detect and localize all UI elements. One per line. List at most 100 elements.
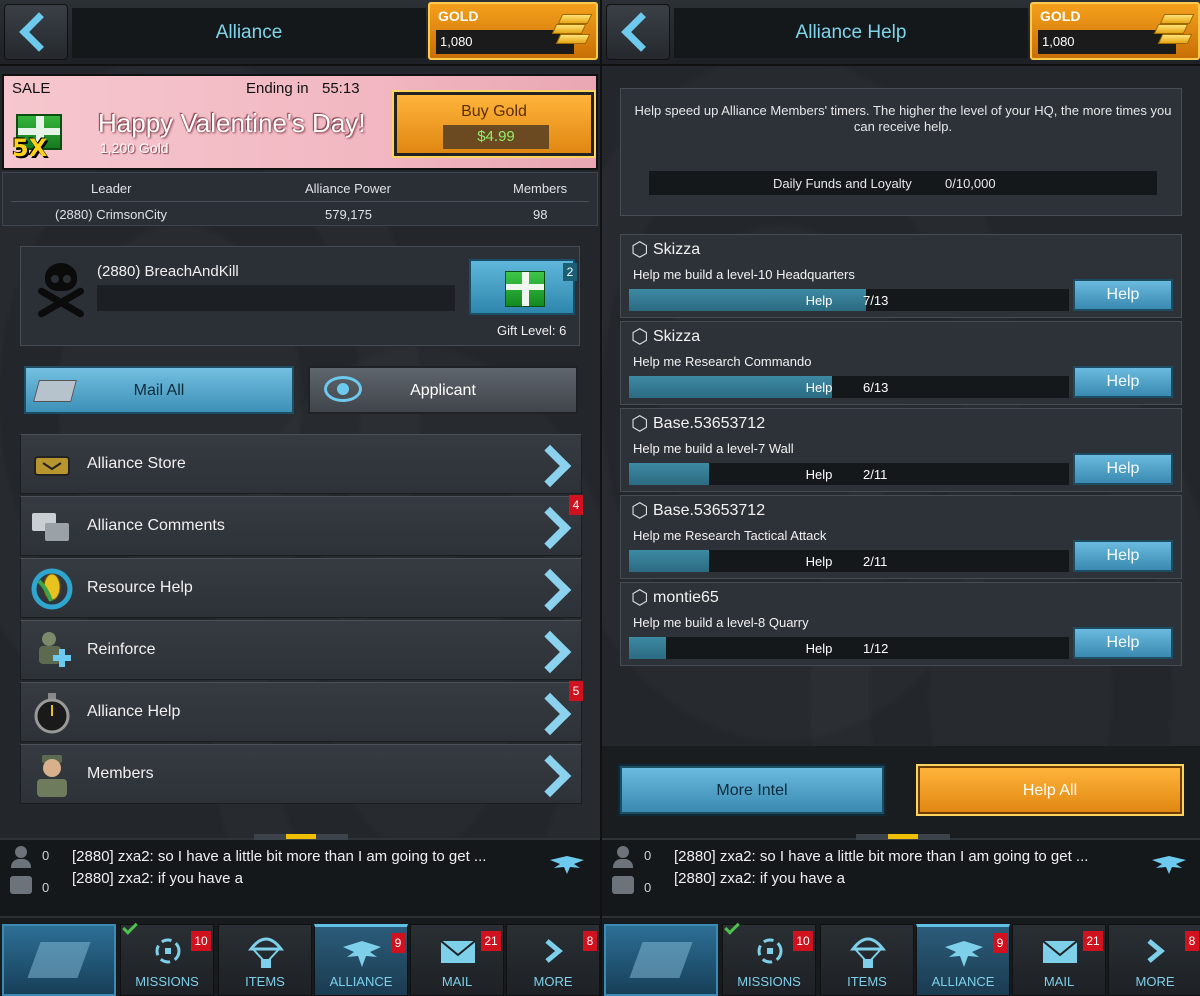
progress-label: Help <box>805 293 833 308</box>
help-request: Base.53653712 Help me Research Tactical … <box>620 495 1182 579</box>
home-base-button[interactable] <box>2 924 116 996</box>
chevron-right-icon <box>535 933 573 969</box>
nav-tab-more[interactable]: 8 MORE <box>506 924 600 996</box>
help-button[interactable]: Help <box>1073 540 1173 572</box>
applicant-button[interactable]: Applicant <box>308 366 578 414</box>
requester-name: montie65 <box>653 589 719 606</box>
sale-subtitle: 1,200 Gold <box>100 140 169 156</box>
help-all-button[interactable]: Help All <box>916 764 1184 816</box>
message-count: 0 <box>42 880 50 895</box>
nav-label: ALLIANCE <box>329 974 393 989</box>
page-title: Alliance <box>72 8 426 58</box>
nav-label: ITEMS <box>847 974 887 989</box>
menu-item-resource-help[interactable]: Resource Help <box>20 558 582 618</box>
chevron-right-icon <box>535 757 565 793</box>
mail-all-button[interactable]: Mail All <box>24 366 294 414</box>
help-button[interactable]: Help <box>1073 627 1173 659</box>
gold-counter[interactable]: GOLD 1,080 <box>428 2 598 60</box>
nav-label: MORE <box>533 974 573 989</box>
nav-tab-missions[interactable]: 10 MISSIONS <box>120 919 214 996</box>
members-value: 98 <box>533 207 548 222</box>
progress-label: Help <box>805 467 833 482</box>
menu-item-reinforce[interactable]: Reinforce <box>20 620 582 680</box>
notification-badge: 8 <box>1185 931 1199 951</box>
rank-hexagon-icon <box>631 237 649 261</box>
sale-multiplier: 5X <box>12 134 48 162</box>
members-label: Members <box>513 181 568 196</box>
buy-gold-button[interactable]: Buy Gold $4.99 <box>392 90 596 158</box>
user-count: 0 <box>644 848 652 863</box>
alliance-help-panel: Alliance Help GOLD 1,080 Help speed up A… <box>600 0 1200 996</box>
bottom-nav: 10 MISSIONS ITEMS 9 ALLIANCE 21 MAIL 8 M… <box>0 916 600 996</box>
soldier-icon <box>29 753 75 797</box>
chat-bar[interactable]: 0 0 [2880] zxa2: so I have a little bit … <box>602 834 1200 916</box>
menu-label: Alliance Help <box>87 703 181 720</box>
menu-item-alliance-help[interactable]: Alliance Help 5 <box>20 681 583 742</box>
menu-item-alliance-store[interactable]: Alliance Store <box>20 434 582 494</box>
menu-label: Reinforce <box>87 641 156 658</box>
help-progress-bar: Help 7/13 <box>629 289 1069 311</box>
chat-bubble-icon <box>612 876 634 894</box>
chat-bar[interactable]: 0 0 [2880] zxa2: so I have a little bit … <box>0 834 600 916</box>
nav-tab-items[interactable]: ITEMS <box>820 924 914 996</box>
chat-handle[interactable] <box>856 834 950 840</box>
nav-tab-alliance[interactable]: 9 ALLIANCE <box>916 924 1010 996</box>
chat-handle[interactable] <box>254 834 348 840</box>
help-button[interactable]: Help <box>1073 279 1173 311</box>
request-task: Help me build a level-7 Wall <box>633 441 794 456</box>
alliance-emblem-icon[interactable] <box>550 852 584 874</box>
nav-tab-missions[interactable]: 10 MISSIONS <box>722 919 816 996</box>
message-count: 0 <box>644 880 652 895</box>
nav-label: ALLIANCE <box>931 974 995 989</box>
alliance-emblem-icon[interactable] <box>1152 852 1186 874</box>
help-button[interactable]: Help <box>1073 366 1173 398</box>
nav-tab-alliance[interactable]: 9 ALLIANCE <box>314 924 408 996</box>
help-button[interactable]: Help <box>1073 453 1173 485</box>
home-base-button[interactable] <box>604 924 718 996</box>
gift-box-icon: 5X <box>10 106 68 162</box>
more-intel-button[interactable]: More Intel <box>618 764 886 816</box>
nav-label: MORE <box>1135 974 1175 989</box>
sale-timer: 55:13 <box>322 80 360 97</box>
member-card: (2880) BreachAndKill 2 Gift Level: 6 <box>20 246 580 346</box>
progress-label: Help <box>805 641 833 656</box>
notification-badge: 10 <box>793 931 813 951</box>
requester-name: Base.53653712 <box>653 502 766 519</box>
request-task: Help me build a level-10 Headquarters <box>633 267 855 282</box>
nav-tab-more[interactable]: 8 MORE <box>1108 924 1200 996</box>
nav-label: MAIL <box>1043 974 1075 989</box>
nav-tab-items[interactable]: ITEMS <box>218 924 312 996</box>
back-chevron-icon <box>621 12 661 52</box>
resource-help-icon <box>29 567 75 611</box>
menu-item-members[interactable]: Members <box>20 744 582 804</box>
menu-label: Resource Help <box>87 579 193 596</box>
chevron-right-icon <box>535 695 565 731</box>
gold-counter[interactable]: GOLD 1,080 <box>1030 2 1200 60</box>
buy-gold-price: $4.99 <box>443 125 549 149</box>
chat-message: [2880] zxa2: if you have a <box>674 870 845 887</box>
help-progress-bar: Help 1/12 <box>629 637 1069 659</box>
reinforce-icon <box>29 629 75 673</box>
help-all-label: Help All <box>1022 782 1078 799</box>
alliance-panel: Alliance GOLD 1,080 SALE Ending in 55:13… <box>0 0 600 996</box>
back-button[interactable] <box>4 4 68 60</box>
nav-label: ITEMS <box>245 974 285 989</box>
help-info-box: Help speed up Alliance Members' timers. … <box>620 88 1182 216</box>
crosshair-icon <box>751 933 789 969</box>
menu-item-alliance-comments[interactable]: Alliance Comments 4 <box>20 495 583 556</box>
back-button[interactable] <box>606 4 670 60</box>
sale-banner[interactable]: SALE Ending in 55:13 5X Happy Valentine'… <box>2 74 598 170</box>
back-chevron-icon <box>19 12 59 52</box>
buy-gold-label: Buy Gold <box>461 103 527 120</box>
chevron-right-icon <box>535 447 565 483</box>
nav-tab-mail[interactable]: 21 MAIL <box>1012 924 1106 996</box>
nav-tab-mail[interactable]: 21 MAIL <box>410 924 504 996</box>
notification-badge: 21 <box>1083 931 1103 951</box>
chat-message: [2880] zxa2: if you have a <box>72 870 243 887</box>
member-name: (2880) BreachAndKill <box>97 263 239 280</box>
help-request: Skizza Help me build a level-10 Headquar… <box>620 234 1182 318</box>
rank-hexagon-icon <box>631 498 649 522</box>
rank-hexagon-icon <box>631 585 649 609</box>
sale-title: Happy Valentine's Day! <box>98 108 366 138</box>
gift-button[interactable]: 2 <box>469 259 577 315</box>
